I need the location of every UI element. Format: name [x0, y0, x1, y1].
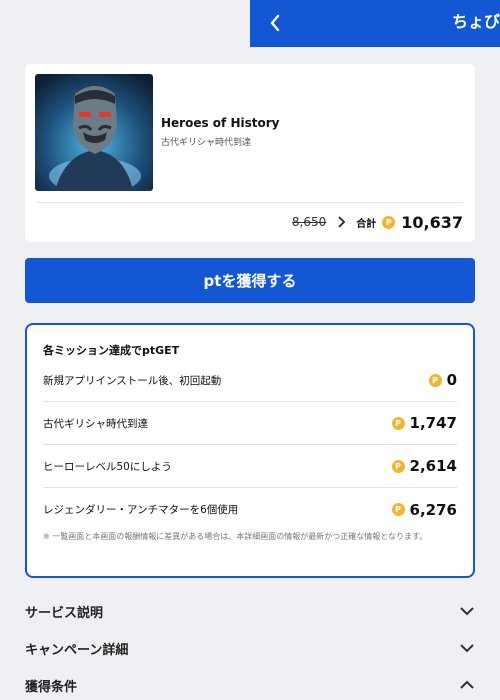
mission-label: レジェンダリー・アンチマターを6個使用 — [43, 504, 239, 516]
page-title: ちょびリッチ — [452, 12, 500, 31]
chevron-down-icon — [460, 644, 474, 653]
mission-points-value: 1,747 — [409, 414, 457, 432]
mission-points: P 6,276 — [391, 500, 457, 519]
mission-row: レジェンダリー・アンチマターを6個使用 P 6,276 — [43, 488, 457, 531]
game-title: Heroes of History — [161, 116, 280, 130]
mission-row: ヒーローレベル50にしよう P 2,614 — [43, 445, 457, 488]
section-service-description[interactable]: サービス説明 — [25, 596, 475, 626]
old-points: 8,650 — [291, 215, 327, 229]
missions-heading: 各ミッション達成でptGET — [43, 344, 180, 357]
section-label: キャンペーン詳細 — [25, 642, 129, 658]
game-thumbnail — [35, 74, 153, 191]
mission-label: 古代ギリシャ時代到達 — [43, 417, 148, 430]
point-coin-icon: P — [428, 373, 442, 387]
total-label: 合計 — [356, 218, 377, 230]
chevron-down-icon — [460, 607, 474, 616]
mission-label: 新規アプリインストール後、初回起動 — [43, 374, 222, 387]
section-label: サービス説明 — [25, 605, 104, 621]
mission-points-value: 6,276 — [409, 500, 457, 519]
game-subtitle: 古代ギリシャ時代到達 — [161, 138, 252, 148]
divider — [37, 202, 463, 203]
mission-points: P 0 — [428, 371, 457, 389]
point-coin-icon: P — [391, 503, 405, 516]
get-points-button[interactable]: ptを獲得する — [25, 258, 475, 303]
section-earning-conditions[interactable]: 獲得条件 — [25, 670, 475, 700]
section-label: 獲得条件 — [25, 679, 78, 695]
section-campaign-details[interactable]: キャンペーン詳細 — [25, 633, 475, 663]
point-coin-icon: P — [391, 416, 405, 430]
header-bar: ちょびリッチ — [250, 0, 500, 47]
total-points: 10,637 — [401, 212, 463, 232]
chevron-up-icon — [460, 680, 474, 689]
chevron-left-icon — [270, 14, 280, 32]
point-coin-icon: P — [391, 459, 405, 473]
mission-points-value: 0 — [446, 371, 457, 389]
mission-points: P 2,614 — [391, 457, 457, 475]
game-card: Heroes of History 古代ギリシャ時代到達 8,650 合計 P … — [25, 64, 475, 242]
chevron-right-icon — [338, 216, 346, 228]
missions-panel: 各ミッション達成でptGET 新規アプリインストール後、初回起動 P 0 古代ギ… — [25, 323, 475, 578]
mission-row: 新規アプリインストール後、初回起動 P 0 — [43, 359, 457, 402]
mission-points: P 1,747 — [391, 414, 457, 432]
disclaimer-note: ※ 一覧画面と本画面の報酬情報に差異がある場合は、本詳細画面の情報が最新かつ正確… — [43, 532, 428, 541]
points-summary: 8,650 合計 P 10,637 — [292, 211, 463, 233]
mission-row: 古代ギリシャ時代到達 P 1,747 — [43, 402, 457, 445]
back-button[interactable] — [264, 12, 286, 34]
mission-label: ヒーローレベル50にしよう — [43, 460, 172, 473]
mission-points-value: 2,614 — [409, 457, 457, 475]
point-coin-icon: P — [382, 215, 396, 229]
